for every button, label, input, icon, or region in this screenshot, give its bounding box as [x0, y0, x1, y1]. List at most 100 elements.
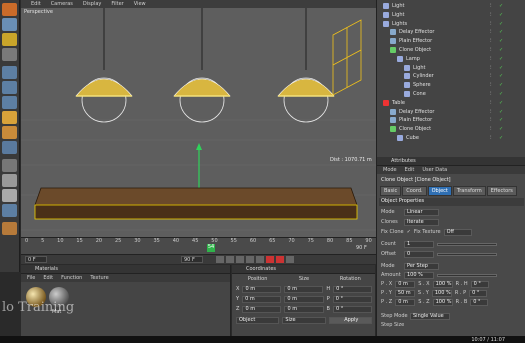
coordinate-size-select[interactable]: Size [282, 316, 326, 324]
px-field[interactable]: 0 m [395, 280, 416, 288]
rh-field[interactable]: 0 ° [470, 280, 489, 288]
object-row[interactable]: Cone ⁝ ✓ [377, 90, 525, 98]
autokey-icon[interactable] [276, 256, 284, 263]
visibility-toggle[interactable]: ⁝ [490, 82, 492, 88]
position-y-field[interactable]: 0 m [242, 295, 282, 303]
visibility-toggle[interactable]: ⁝ [490, 73, 492, 79]
materials-menu-function[interactable]: Function [61, 275, 82, 281]
undo-icon[interactable] [2, 3, 17, 16]
tab-basic[interactable]: Basic [380, 186, 402, 196]
next-frame-icon[interactable] [246, 256, 254, 263]
menu-cameras[interactable]: Cameras [51, 1, 73, 7]
object-mode-icon[interactable] [2, 81, 17, 94]
step-mode-select[interactable]: Single Value [410, 312, 450, 320]
enable-checkmark-icon[interactable]: ✓ [499, 73, 503, 79]
enable-checkmark-icon[interactable]: ✓ [499, 117, 503, 123]
visibility-toggle[interactable]: ⁝ [490, 117, 492, 123]
size-y-field[interactable]: 0 m [284, 295, 324, 303]
enable-checkmark-icon[interactable]: ✓ [499, 109, 503, 115]
fix-texture-select[interactable]: Off [443, 228, 472, 236]
object-row[interactable]: Plain Effector ⁝ ✓ [377, 116, 525, 124]
enable-checkmark-icon[interactable]: ✓ [499, 91, 503, 97]
object-row[interactable]: Light ⁝ ✓ [377, 11, 525, 19]
object-row[interactable]: Table ⁝ ✓ [377, 99, 525, 107]
offset-field[interactable]: 0 [404, 250, 434, 258]
visibility-toggle[interactable]: ⁝ [490, 56, 492, 62]
size-z-field[interactable]: 0 m [284, 305, 324, 313]
size-x-field[interactable]: 0 m [284, 285, 324, 293]
materials-menu-edit[interactable]: Edit [43, 275, 53, 281]
visibility-toggle[interactable]: ⁝ [490, 38, 492, 44]
menu-edit[interactable]: Edit [31, 1, 41, 7]
py-field[interactable]: 50 m [394, 289, 415, 297]
tab-coord[interactable]: Coord. [402, 186, 427, 196]
tab-effectors[interactable]: Effectors [486, 186, 517, 196]
object-row[interactable]: Sphere ⁝ ✓ [377, 81, 525, 89]
rotation-h-field[interactable]: 0 ° [333, 285, 373, 293]
count-slider[interactable] [437, 242, 497, 246]
visibility-toggle[interactable]: ⁝ [490, 91, 492, 97]
object-row[interactable]: Clone Object ⁝ ✓ [377, 46, 525, 54]
visibility-toggle[interactable]: ⁝ [490, 65, 492, 71]
amount-slider[interactable] [437, 273, 497, 277]
rotation-p-field[interactable]: 0 ° [332, 295, 373, 303]
move-tool-icon[interactable] [2, 18, 17, 31]
play-icon[interactable] [236, 256, 244, 263]
coordinate-mode-select[interactable]: Object [236, 316, 280, 324]
visibility-toggle[interactable]: ⁝ [490, 135, 492, 141]
object-row[interactable]: Light ⁝ ✓ [377, 64, 525, 72]
object-row[interactable]: Cube ⁝ ✓ [377, 134, 525, 142]
grid-icon[interactable] [2, 189, 17, 202]
model-mode-icon[interactable] [2, 66, 17, 79]
sx-field[interactable]: 100 % [432, 280, 453, 288]
rp-field[interactable]: 0 ° [469, 289, 488, 297]
current-frame-marker[interactable]: 54 [207, 244, 215, 252]
count-field[interactable]: 1 [404, 240, 434, 248]
start-frame-field[interactable]: 0 F [25, 256, 47, 263]
apply-button[interactable]: Apply [328, 316, 372, 324]
enable-checkmark-icon[interactable]: ✓ [499, 21, 503, 27]
enable-checkmark-icon[interactable]: ✓ [499, 12, 503, 18]
axis-icon[interactable] [2, 159, 17, 172]
enable-checkmark-icon[interactable]: ✓ [499, 135, 503, 141]
pz-field[interactable]: 0 m [395, 298, 416, 306]
materials-menu-file[interactable]: File [27, 275, 35, 281]
object-row[interactable]: Delay Effector ⁝ ✓ [377, 28, 525, 36]
position-x-field[interactable]: 0 m [242, 285, 282, 293]
scale-tool-icon[interactable] [2, 33, 17, 46]
menu-display[interactable]: Display [83, 1, 101, 7]
mode-select[interactable]: Linear [404, 208, 439, 216]
enable-checkmark-icon[interactable]: ✓ [499, 29, 503, 35]
amount-field[interactable]: 100 % [404, 271, 434, 279]
tab-object[interactable]: Object [427, 186, 452, 196]
snap-icon[interactable] [2, 204, 17, 217]
offset-slider[interactable] [437, 252, 497, 256]
enable-checkmark-icon[interactable]: ✓ [499, 56, 503, 62]
end-frame-field[interactable]: 90 F [181, 256, 203, 263]
sz-field[interactable]: 100 % [432, 298, 453, 306]
points-mode-icon[interactable] [2, 111, 17, 124]
rotation-b-field[interactable]: 0 ° [332, 305, 373, 313]
attributes-menu-edit[interactable]: Edit [405, 167, 415, 173]
menu-view[interactable]: View [134, 1, 146, 7]
object-row[interactable]: Plain Effector ⁝ ✓ [377, 37, 525, 45]
record-icon[interactable] [266, 256, 274, 263]
position-z-field[interactable]: 0 m [242, 305, 282, 313]
visibility-toggle[interactable]: ⁝ [490, 126, 492, 132]
checker-icon[interactable] [2, 174, 17, 187]
menu-filter[interactable]: Filter [111, 1, 123, 7]
prev-frame-icon[interactable] [226, 256, 234, 263]
object-row[interactable]: Lamp ⁝ ✓ [377, 55, 525, 63]
object-row[interactable]: Delay Effector ⁝ ✓ [377, 108, 525, 116]
enable-checkmark-icon[interactable]: ✓ [499, 38, 503, 44]
clones-select[interactable]: Iterate [404, 218, 439, 226]
edges-mode-icon[interactable] [2, 126, 17, 139]
enable-checkmark-icon[interactable]: ✓ [499, 126, 503, 132]
tab-transform[interactable]: Transform [452, 186, 486, 196]
attributes-menu-userdata[interactable]: User Data [422, 167, 447, 173]
visibility-toggle[interactable]: ⁝ [490, 21, 492, 27]
object-row[interactable]: Lights ⁝ ✓ [377, 20, 525, 28]
texture-mode-icon[interactable] [2, 96, 17, 109]
rb-field[interactable]: 0 ° [470, 298, 489, 306]
mode2-select[interactable]: Per Step [404, 262, 439, 270]
